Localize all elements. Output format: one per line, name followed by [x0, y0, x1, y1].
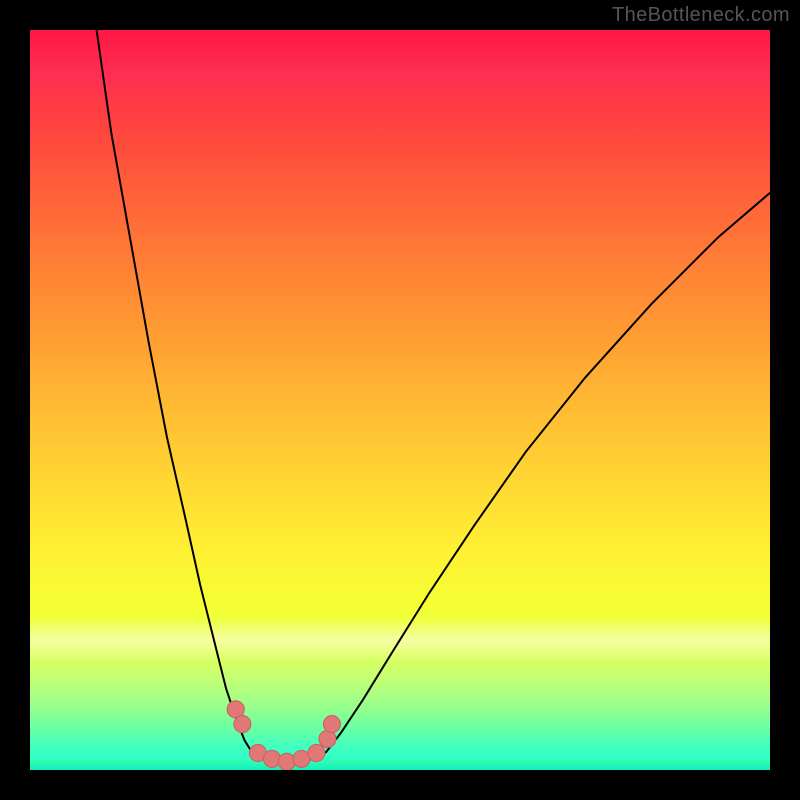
plot-area — [30, 30, 770, 770]
bottleneck-curve — [97, 30, 770, 763]
curve-marker — [234, 716, 251, 733]
curve-marker — [278, 753, 295, 770]
chart-frame: TheBottleneck.com — [0, 0, 800, 800]
curve-layer — [30, 30, 770, 770]
watermark-text: TheBottleneck.com — [612, 4, 790, 27]
curve-marker — [263, 750, 280, 767]
curve-marker — [308, 744, 325, 761]
curve-marker — [323, 716, 340, 733]
